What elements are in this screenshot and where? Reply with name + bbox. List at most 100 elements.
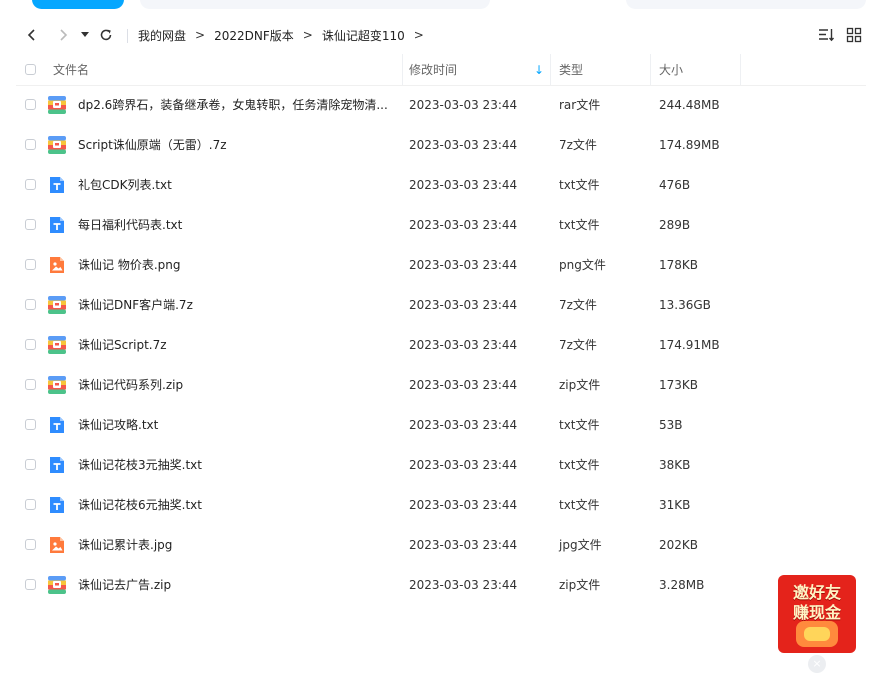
invite-friends-promo[interactable]: 邀好友 赚现金 <box>778 575 856 653</box>
file-row[interactable]: 诛仙记花枝6元抽奖.txt 2023-03-03 23:44 txt文件 31KB <box>16 485 866 525</box>
row-checkbox[interactable] <box>25 339 36 350</box>
file-name[interactable]: 诛仙记攻略.txt <box>78 405 393 445</box>
row-checkbox[interactable] <box>25 579 36 590</box>
file-row[interactable]: 诛仙记代码系列.zip 2023-03-03 23:44 zip文件 173KB <box>16 365 866 405</box>
grid-view-icon <box>846 27 862 43</box>
file-name[interactable]: 诛仙记DNF客户端.7z <box>78 285 393 325</box>
file-list-header: 文件名 修改时间 ↓ 类型 大小 <box>16 54 866 86</box>
file-name[interactable]: 诛仙记累计表.jpg <box>78 525 393 565</box>
file-row[interactable]: 诛仙记花枝3元抽奖.txt 2023-03-03 23:44 txt文件 38KB <box>16 445 866 485</box>
file-name[interactable]: dp2.6跨界石，装备继承卷，女鬼转职，任务清除宠物清... <box>78 85 393 125</box>
refresh-button[interactable] <box>97 20 115 50</box>
file-row[interactable]: 诛仙记去广告.zip 2023-03-03 23:44 zip文件 3.28MB <box>16 565 866 605</box>
breadcrumb-separator: > <box>195 28 206 42</box>
row-checkbox[interactable] <box>25 499 36 510</box>
chevron-left-icon <box>27 29 35 41</box>
back-button[interactable] <box>22 20 42 50</box>
grid-view-button[interactable] <box>845 26 863 44</box>
file-list: dp2.6跨界石，装备继承卷，女鬼转职，任务清除宠物清... 2023-03-03… <box>16 85 866 605</box>
column-header-type[interactable]: 类型 <box>559 54 583 85</box>
file-size: 173KB <box>659 378 699 392</box>
file-name[interactable]: 诛仙记花枝3元抽奖.txt <box>78 445 393 485</box>
column-header-size[interactable]: 大小 <box>659 54 683 85</box>
file-row[interactable]: 诛仙记攻略.txt 2023-03-03 23:44 txt文件 53B <box>16 405 866 445</box>
navigation-bar: 我的网盘 > 2022DNF版本 > 诛仙记超变110 > <box>0 20 871 50</box>
column-header-name[interactable]: 文件名 <box>53 54 89 85</box>
text-file-icon <box>48 216 66 234</box>
row-checkbox[interactable] <box>25 179 36 190</box>
file-type: 7z文件 <box>559 298 597 312</box>
file-row[interactable]: 礼包CDK列表.txt 2023-03-03 23:44 txt文件 476B <box>16 165 866 205</box>
file-name[interactable]: 礼包CDK列表.txt <box>78 165 393 205</box>
archive-file-icon <box>48 96 66 114</box>
row-checkbox[interactable] <box>25 539 36 550</box>
image-file-icon <box>48 256 66 274</box>
column-divider <box>740 54 741 85</box>
breadcrumb: 我的网盘 > 2022DNF版本 > 诛仙记超变110 > <box>138 20 433 50</box>
coin-icon <box>804 627 830 641</box>
file-type: txt文件 <box>559 418 600 432</box>
file-type: txt文件 <box>559 498 600 512</box>
column-header-modified[interactable]: 修改时间 <box>409 54 457 85</box>
sort-desc-icon[interactable]: ↓ <box>534 54 544 85</box>
toolbar-actions-group[interactable] <box>140 0 490 9</box>
file-modified-time: 2023-03-03 23:44 <box>409 138 518 152</box>
chevron-right-icon <box>60 29 68 41</box>
file-row[interactable]: 诛仙记Script.7z 2023-03-03 23:44 7z文件 174.91MB <box>16 325 866 365</box>
promo-close-button[interactable]: × <box>808 655 826 673</box>
file-row[interactable]: Script诛仙原端（无雷）.7z 2023-03-03 23:44 7z文件 174… <box>16 125 866 165</box>
forward-button[interactable] <box>54 20 72 50</box>
file-name[interactable]: 诛仙记Script.7z <box>78 325 393 365</box>
file-modified-time: 2023-03-03 23:44 <box>409 458 518 472</box>
column-divider <box>550 54 551 85</box>
file-type: txt文件 <box>559 458 600 472</box>
breadcrumb-separator: > <box>302 28 313 42</box>
row-checkbox[interactable] <box>25 419 36 430</box>
file-size: 202KB <box>659 538 699 552</box>
file-size: 174.89MB <box>659 138 720 152</box>
upload-button[interactable] <box>32 0 124 9</box>
file-size: 3.28MB <box>659 578 705 592</box>
breadcrumb-item[interactable]: 我的网盘 <box>138 27 186 44</box>
file-name[interactable]: 诛仙记 物价表.png <box>78 245 393 285</box>
row-checkbox[interactable] <box>25 379 36 390</box>
file-modified-time: 2023-03-03 23:44 <box>409 258 518 272</box>
file-row[interactable]: dp2.6跨界石，装备继承卷，女鬼转职，任务清除宠物清... 2023-03-03… <box>16 85 866 125</box>
file-modified-time: 2023-03-03 23:44 <box>409 538 518 552</box>
file-row[interactable]: 诛仙记累计表.jpg 2023-03-03 23:44 jpg文件 202KB <box>16 525 866 565</box>
history-dropdown-button[interactable] <box>79 20 91 50</box>
search-box[interactable] <box>626 0 866 9</box>
file-size: 38KB <box>659 458 691 472</box>
file-modified-time: 2023-03-03 23:44 <box>409 378 518 392</box>
file-type: jpg文件 <box>559 538 602 552</box>
breadcrumb-item[interactable]: 2022DNF版本 <box>214 27 294 44</box>
row-checkbox[interactable] <box>25 299 36 310</box>
file-row[interactable]: 每日福利代码表.txt 2023-03-03 23:44 txt文件 289B <box>16 205 866 245</box>
row-checkbox[interactable] <box>25 219 36 230</box>
file-type: zip文件 <box>559 378 601 392</box>
file-row[interactable]: 诛仙记DNF客户端.7z 2023-03-03 23:44 7z文件 13.36GB <box>16 285 866 325</box>
file-modified-time: 2023-03-03 23:44 <box>409 178 518 192</box>
file-name[interactable]: Script诛仙原端（无雷）.7z <box>78 125 393 165</box>
row-checkbox[interactable] <box>25 459 36 470</box>
select-all-checkbox[interactable] <box>25 54 36 85</box>
file-name[interactable]: 诛仙记代码系列.zip <box>78 365 393 405</box>
file-name[interactable]: 诛仙记花枝6元抽奖.txt <box>78 485 393 525</box>
sort-button[interactable] <box>817 26 835 44</box>
file-row[interactable]: 诛仙记 物价表.png 2023-03-03 23:44 png文件 178KB <box>16 245 866 285</box>
row-checkbox[interactable] <box>25 259 36 270</box>
breadcrumb-item[interactable]: 诛仙记超变110 <box>322 27 405 44</box>
row-checkbox[interactable] <box>25 139 36 150</box>
file-type: 7z文件 <box>559 338 597 352</box>
file-size: 31KB <box>659 498 691 512</box>
file-name[interactable]: 诛仙记去广告.zip <box>78 565 393 605</box>
file-size: 174.91MB <box>659 338 720 352</box>
row-checkbox[interactable] <box>25 99 36 110</box>
archive-file-icon <box>48 296 66 314</box>
promo-line-2: 赚现金 <box>792 603 841 622</box>
file-type: png文件 <box>559 258 606 272</box>
file-size: 244.48MB <box>659 98 720 112</box>
archive-file-icon <box>48 136 66 154</box>
archive-file-icon <box>48 336 66 354</box>
file-name[interactable]: 每日福利代码表.txt <box>78 205 393 245</box>
